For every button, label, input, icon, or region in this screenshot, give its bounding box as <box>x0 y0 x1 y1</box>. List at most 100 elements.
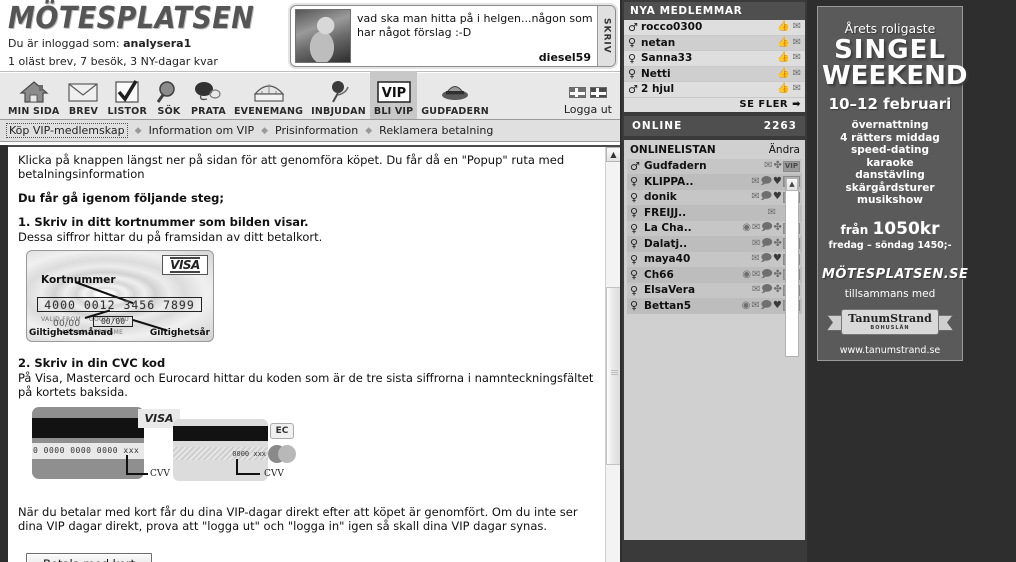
thumb-icon[interactable]: 👍 <box>777 84 789 94</box>
flag-no-icon[interactable] <box>589 87 607 98</box>
scroll-up-arrow-icon[interactable]: ▲ <box>606 147 620 162</box>
subnav-item-kop-vip[interactable]: Köp VIP-medlemskap <box>6 123 128 138</box>
heart-icon[interactable]: ♥ <box>773 300 782 311</box>
mail-icon[interactable]: ✉ <box>752 269 760 280</box>
table-row[interactable]: ♀ Dalatj.. ✉ 🗩 ✤ VIP <box>627 236 802 252</box>
content-scrollbar[interactable]: ▲ <box>605 147 620 562</box>
nav-item-listor[interactable]: LISTOR <box>103 71 151 119</box>
mail-icon[interactable]: ✉ <box>752 285 760 295</box>
webcam-icon[interactable]: ◉ <box>742 269 751 280</box>
list-item[interactable]: ♀ netan 👍 ✉ <box>624 35 805 51</box>
table-row[interactable]: ♀ donik ✉ 🗩 ♥ VIP <box>627 189 802 205</box>
ad-banner[interactable]: Årets roligaste SINGEL WEEKEND 10–12 feb… <box>817 6 968 361</box>
heart-icon[interactable]: ♥ <box>773 192 782 202</box>
table-row[interactable]: ♀ maya40 ✉ 🗩 ♥ VIP <box>627 251 802 267</box>
chat-icon[interactable]: 🗩 <box>761 285 772 295</box>
webcam-icon[interactable]: ◉ <box>742 223 751 233</box>
nav-item-brev[interactable]: BREV <box>63 71 103 119</box>
table-row[interactable]: ♀ Ch66 ◉ ✉ 🗩 ✤ VIP <box>627 267 802 283</box>
online-name[interactable]: ElsaVera <box>641 284 752 296</box>
online-name[interactable]: FREIJJ.. <box>641 207 768 219</box>
online-list-edit-link[interactable]: Ändra <box>769 144 800 156</box>
table-row[interactable]: ♀ KLIPPA.. ✉ 🗩 ♥ VIP <box>627 174 802 190</box>
list-item[interactable]: ♀ Sanna33 👍 ✉ <box>624 51 805 67</box>
online-name[interactable]: Gudfadern <box>641 160 764 172</box>
flower-icon[interactable]: ✤ <box>773 223 781 233</box>
mail-icon[interactable]: ✉ <box>793 22 801 32</box>
online-name[interactable]: maya40 <box>641 253 751 265</box>
list-item[interactable]: ♀ Netti 👍 ✉ <box>624 66 805 82</box>
chat-icon[interactable]: 🗩 <box>761 254 772 264</box>
shout-author[interactable]: diesel59 <box>539 51 591 64</box>
scrollbar-thumb[interactable] <box>606 287 620 465</box>
mail-icon[interactable]: ✉ <box>751 300 759 311</box>
thumb-icon[interactable]: 👍 <box>777 68 789 79</box>
mail-icon[interactable]: ✉ <box>793 53 801 63</box>
subnav-item-reklamera[interactable]: Reklamera betalning <box>379 124 493 137</box>
mail-icon[interactable]: ✉ <box>751 192 759 202</box>
heart-icon[interactable]: ♥ <box>773 176 782 187</box>
shout-write-button[interactable]: SKRIV <box>597 6 615 66</box>
site-logo[interactable]: MÖTESPLATSEN <box>8 1 284 36</box>
logout-link[interactable]: Logga ut <box>564 103 612 116</box>
chat-icon[interactable]: 🗩 <box>761 269 772 280</box>
mail-icon[interactable]: ✉ <box>768 207 776 218</box>
mail-icon[interactable]: ✉ <box>752 238 760 249</box>
member-name[interactable]: netan <box>639 37 777 49</box>
shout-bubble[interactable]: vad ska man hitta på i helgen...någon so… <box>290 5 616 67</box>
flag-se-icon[interactable] <box>568 87 586 98</box>
member-name[interactable]: 2 hjul <box>639 83 777 95</box>
online-name[interactable]: KLIPPA.. <box>641 176 751 188</box>
flower-icon[interactable]: ✤ <box>773 285 781 295</box>
chat-icon[interactable]: 🗩 <box>761 223 772 233</box>
flower-icon[interactable]: ✤ <box>773 269 781 280</box>
chat-icon[interactable]: 🗩 <box>761 176 772 187</box>
nav-item-sok[interactable]: SÖK <box>151 71 187 119</box>
table-row[interactable]: ♀ FREIJJ.. ✉ ♥ <box>627 205 802 221</box>
table-row[interactable]: ♀ ElsaVera ✉ 🗩 ✤ VIP <box>627 282 802 298</box>
online-name[interactable]: Bettan5 <box>641 300 742 312</box>
online-name[interactable]: Dalatj.. <box>641 238 752 250</box>
flower-icon[interactable]: ✤ <box>773 238 781 249</box>
online-name[interactable]: La Cha.. <box>641 222 742 234</box>
mail-icon[interactable]: ✉ <box>793 68 801 79</box>
member-name[interactable]: rocco0300 <box>639 21 777 33</box>
thumb-icon[interactable]: 👍 <box>777 22 789 32</box>
nav-item-evenemang[interactable]: EVENEMANG <box>230 71 307 119</box>
webcam-icon[interactable]: ◉ <box>742 300 751 311</box>
online-name[interactable]: donik <box>641 191 751 203</box>
nav-item-bli-vip[interactable]: VIP BLI VIP <box>369 71 418 119</box>
mail-icon[interactable]: ✉ <box>752 223 760 233</box>
scroll-up-arrow-icon[interactable]: ▲ <box>786 177 798 191</box>
subnav-item-information[interactable]: Information om VIP <box>149 124 255 137</box>
mail-icon[interactable]: ✉ <box>793 37 801 48</box>
see-more-link[interactable]: SE FLER ➡ <box>624 97 805 112</box>
heart-icon[interactable]: ♥ <box>773 254 782 264</box>
table-row[interactable]: ♂ Gudfadern ✉ ✤ VIP <box>627 158 802 174</box>
mail-icon[interactable]: ✉ <box>764 161 772 171</box>
member-name[interactable]: Netti <box>639 68 777 80</box>
table-row[interactable]: ♀ La Cha.. ◉ ✉ 🗩 ✤ VIP <box>627 220 802 236</box>
nav-item-gudfadern[interactable]: GUDFADERN <box>417 71 493 119</box>
mail-icon[interactable]: ✉ <box>751 176 759 187</box>
nav-item-prata[interactable]: PRATA <box>187 71 230 119</box>
table-row[interactable]: ♀ Bettan5 ◉ ✉ 🗩 ♥ VIP <box>627 298 802 314</box>
subnav-item-prisinformation[interactable]: Prisinformation <box>275 124 358 137</box>
list-item[interactable]: ♂ rocco0300 👍 ✉ <box>624 20 805 36</box>
online-list-scrollbar[interactable]: ▲ <box>785 176 799 357</box>
thumb-icon[interactable]: 👍 <box>777 37 789 48</box>
member-name[interactable]: Sanna33 <box>639 52 777 64</box>
online-name[interactable]: Ch66 <box>641 269 742 281</box>
chat-icon[interactable]: 🗩 <box>761 238 772 249</box>
mail-icon[interactable]: ✉ <box>793 84 801 94</box>
chat-icon[interactable]: 🗩 <box>761 192 772 202</box>
pay-with-card-button[interactable]: Betala med kort <box>26 553 153 562</box>
shout-avatar-photo[interactable] <box>295 9 351 63</box>
thumb-icon[interactable]: 👍 <box>777 53 789 63</box>
list-item[interactable]: ♂ 2 hjul 👍 ✉ <box>624 82 805 98</box>
mail-icon[interactable]: ✉ <box>751 254 759 264</box>
nav-item-min-sida[interactable]: MIN SIDA <box>4 71 63 119</box>
nav-item-inbjudan[interactable]: INBJUDAN <box>307 71 370 119</box>
flower-icon[interactable]: ✤ <box>773 161 781 171</box>
chat-icon[interactable]: 🗩 <box>761 300 772 311</box>
